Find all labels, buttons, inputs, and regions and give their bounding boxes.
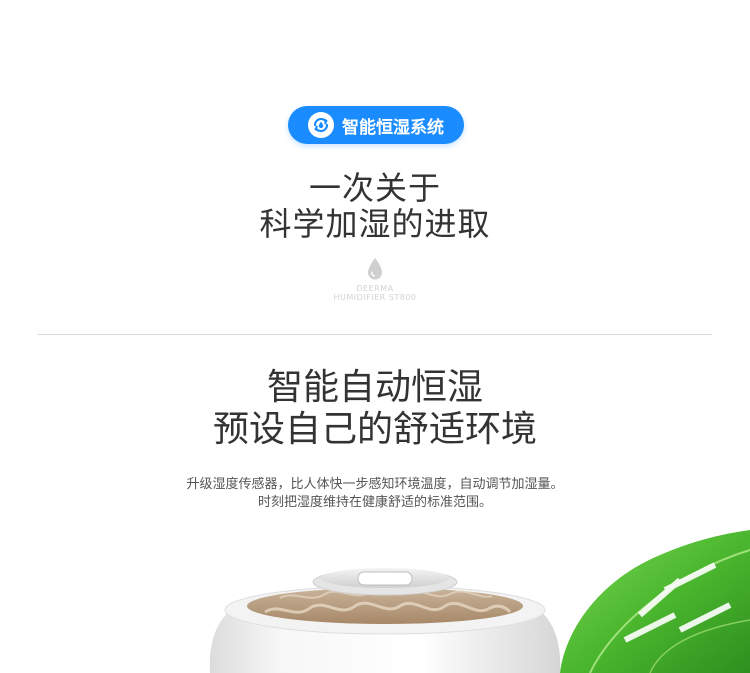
section-divider xyxy=(38,334,712,335)
brand-model: HUMIDIFIER ST800 xyxy=(333,293,417,302)
brand-name: DEERMA xyxy=(356,284,394,293)
section1-heading: 一次关于 科学加湿的进取 xyxy=(0,170,750,242)
section2-line1: 智能自动恒湿 xyxy=(266,367,483,408)
section2-heading: 智能自动恒湿 预设自己的舒适环境 xyxy=(0,367,750,451)
section1-line2: 科学加湿的进取 xyxy=(259,205,491,243)
section1-line1: 一次关于 xyxy=(308,169,441,207)
badge-label: 智能恒湿系统 xyxy=(342,117,444,138)
description-line2: 时刻把湿度维持在健康舒适的标准范围。 xyxy=(257,495,492,510)
monstera-leaf-image xyxy=(560,530,750,673)
refresh-droplet-icon xyxy=(308,112,334,138)
water-drop-icon xyxy=(368,258,382,280)
section2-line2: 预设自己的舒适环境 xyxy=(212,409,537,450)
feature-badge: 智能恒湿系统 xyxy=(288,106,464,144)
section2-description: 升级湿度传感器，比人体快一步感知环境温度，自动调节加湿量。 时刻把湿度维持在健康… xyxy=(0,476,750,512)
description-line1: 升级湿度传感器，比人体快一步感知环境温度，自动调节加湿量。 xyxy=(186,477,564,492)
brand-text: DEERMA HUMIDIFIER ST800 xyxy=(0,284,750,302)
